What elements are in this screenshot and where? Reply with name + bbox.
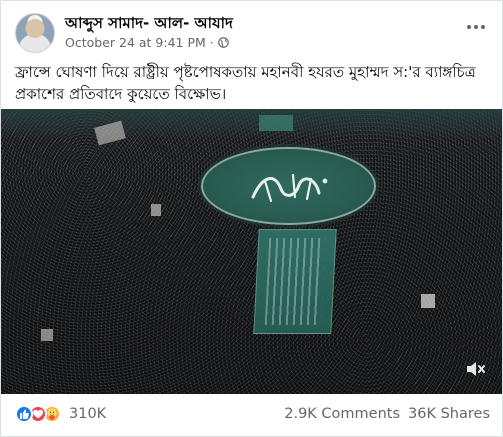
more-dot	[474, 25, 478, 29]
more-options-button[interactable]	[462, 17, 490, 37]
post-timestamp[interactable]: October 24 at 9:41 PM	[65, 35, 206, 50]
meta-separator: ·	[209, 35, 214, 50]
engagement-stats: 2.9K Comments 36K Shares	[284, 406, 490, 422]
avatar[interactable]	[15, 13, 55, 53]
video-sign	[151, 204, 161, 216]
like-icon	[15, 405, 33, 423]
post-meta: October 24 at 9:41 PM ·	[65, 35, 229, 50]
video-sign	[421, 294, 435, 308]
shares-count[interactable]: 36K Shares	[408, 406, 490, 422]
more-dot	[467, 25, 471, 29]
comments-count[interactable]: 2.9K Comments	[284, 406, 400, 422]
video-top-banner	[1, 109, 502, 137]
mute-icon[interactable]	[462, 356, 488, 382]
calligraphy-emblem	[201, 147, 376, 225]
post-card: আব্দুস সামাদ- আল- আযাদ October 24 at 9:4…	[0, 0, 503, 437]
post-text: ফ্রান্সে ঘোষণা দিয়ে রাষ্ট্রীয় পৃষ্টপোষ…	[15, 63, 476, 103]
more-dot	[481, 25, 485, 29]
reactions-summary[interactable]	[15, 405, 61, 423]
video-sign	[259, 115, 293, 131]
video-sign	[41, 329, 53, 341]
post-footer: 310K 2.9K Comments 36K Shares	[15, 402, 490, 426]
reaction-count[interactable]: 310K	[69, 406, 106, 422]
author-name[interactable]: আব্দুস সামাদ- আল- আযাদ	[65, 12, 233, 37]
globe-icon[interactable]	[217, 37, 229, 48]
video-green-banner	[253, 229, 337, 334]
video-player[interactable]	[1, 109, 502, 394]
post-header: আব্দুস সামাদ- আল- আযাদ October 24 at 9:4…	[15, 11, 490, 55]
